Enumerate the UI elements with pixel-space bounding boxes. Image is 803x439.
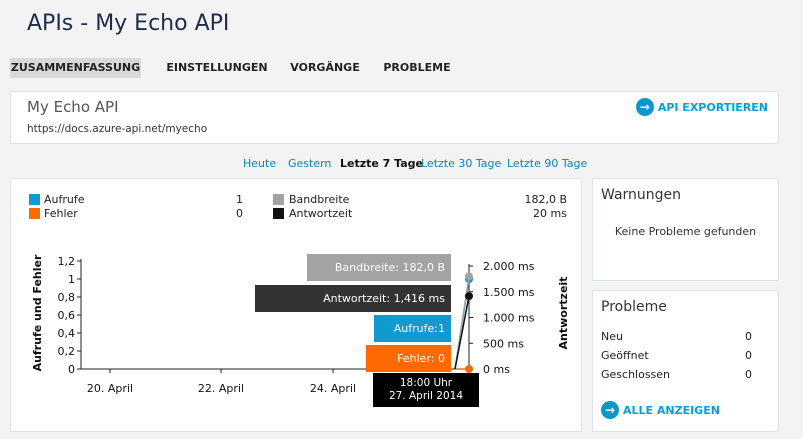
y-left-tick-label: 1,2 xyxy=(58,255,76,268)
series-point-bandbreite xyxy=(465,272,473,281)
x-tick-label: 20. April xyxy=(87,382,133,395)
tooltip-date: 27. April 2014 xyxy=(388,390,464,402)
series-point-aufrufe xyxy=(465,275,473,283)
y-right-tick-label: 1.500 ms xyxy=(483,286,535,299)
warnings-message: Keine Probleme gefunden xyxy=(614,225,757,238)
tooltip-datetime: 18:00 Uhr 27. April 2014 xyxy=(373,373,479,407)
api-url: https://docs.azure-api.net/myecho xyxy=(27,123,208,135)
y-left-tick-label: 0,8 xyxy=(58,291,76,304)
series-line-aufrufe xyxy=(454,278,470,370)
y-right-tick-label: 1.000 ms xyxy=(483,312,535,325)
series-line-bandbreite xyxy=(454,276,470,370)
export-icon: → xyxy=(635,98,654,116)
y-right-tick-label: 2.000 ms xyxy=(483,260,535,273)
arrow-right-icon: → xyxy=(601,401,619,419)
api-name: My Echo API xyxy=(27,98,119,116)
y-left-tick-label: 0 xyxy=(68,363,75,376)
y-left-axis-label: Aufrufe und Fehler xyxy=(31,254,44,371)
tooltip-time: 18:00 Uhr xyxy=(399,377,453,389)
chart-panel: Aufrufe 1 Fehler 0 Bandbreite 182,0 B An… xyxy=(10,178,582,432)
legend-value-aufrufe: 1 xyxy=(236,193,243,206)
legend-swatch-antwortzeit xyxy=(273,208,284,219)
issues-row-label: Geschlossen xyxy=(601,368,671,381)
legend-swatch-bandbreite xyxy=(273,194,284,205)
range-last-7-days[interactable]: Letzte 7 Tage xyxy=(340,157,423,170)
x-tick-label: 24. April xyxy=(310,382,356,395)
legend-swatch-fehler xyxy=(29,208,40,219)
y-left-tick-label: 0,6 xyxy=(58,309,76,322)
legend-label-antwortzeit: Antwortzeit xyxy=(289,207,353,220)
series-point-antwortzeit xyxy=(465,292,473,301)
range-last-30-days[interactable]: Letzte 30 Tage xyxy=(421,157,501,170)
y-left-tick-label: 0,2 xyxy=(58,345,76,358)
issues-row-value: 0 xyxy=(745,368,752,381)
series-line-antwortzeit xyxy=(454,295,470,370)
tab-probleme[interactable]: PROBLEME xyxy=(382,58,452,78)
legend-label-fehler: Fehler xyxy=(44,207,78,220)
series-point-fehler xyxy=(465,365,473,373)
issues-title: Probleme xyxy=(601,299,667,315)
legend-swatch-aufrufe xyxy=(29,194,40,205)
legend-label-bandbreite: Bandbreite xyxy=(289,193,350,206)
warnings-panel: Warnungen Keine Probleme gefunden xyxy=(592,178,779,281)
export-api-button[interactable]: → API EXPORTIEREN xyxy=(635,98,768,116)
x-tick-label: 22. April xyxy=(198,382,244,395)
legend-value-bandbreite: 182,0 B xyxy=(524,193,567,206)
tooltip-antwortzeit: Antwortzeit: 1,416 ms xyxy=(255,285,451,312)
tooltip-aufrufe: Aufrufe:1 xyxy=(374,315,451,342)
tooltip-bandbreite: Bandbreite: 182,0 B xyxy=(307,254,451,281)
legend-label-aufrufe: Aufrufe xyxy=(44,193,85,206)
export-api-label: API EXPORTIEREN xyxy=(657,100,768,114)
api-info-panel: My Echo API https://docs.azure-api.net/m… xyxy=(10,91,779,144)
y-left-tick-label: 1 xyxy=(68,273,75,286)
show-all-label: ALLE ANZEIGEN xyxy=(623,403,720,417)
y-left-tick-label: 0,4 xyxy=(58,327,76,340)
tab-zusammenfassung[interactable]: ZUSAMMENFASSUNG xyxy=(10,58,141,78)
time-range-selector: Heute Gestern Letzte 7 Tage Letzte 30 Ta… xyxy=(0,157,803,171)
legend-value-fehler: 0 xyxy=(236,207,243,220)
page-title: APIs - My Echo API xyxy=(27,11,230,36)
range-today[interactable]: Heute xyxy=(243,157,276,170)
issues-row-value: 0 xyxy=(745,330,752,343)
legend-value-antwortzeit: 20 ms xyxy=(533,207,567,220)
tooltip-fehler: Fehler: 0 xyxy=(366,345,451,372)
issues-row-label: Geöffnet xyxy=(601,349,649,362)
issues-row-value: 0 xyxy=(745,349,752,362)
show-all-button[interactable]: → ALLE ANZEIGEN xyxy=(601,401,720,419)
warnings-title: Warnungen xyxy=(601,187,682,203)
issues-row-label: Neu xyxy=(601,330,623,343)
range-last-90-days[interactable]: Letzte 90 Tage xyxy=(507,157,587,170)
issues-panel: Probleme Neu 0 Geöffnet 0 Geschlossen 0 … xyxy=(592,290,779,432)
range-yesterday[interactable]: Gestern xyxy=(288,157,331,170)
y-right-axis-label: Antwortzeit xyxy=(557,277,570,350)
y-right-tick-label: 500 ms xyxy=(483,337,524,350)
tab-einstellungen[interactable]: EINSTELLUNGEN xyxy=(162,58,272,78)
y-right-tick-label: 0 ms xyxy=(483,363,510,376)
tab-vorgaenge[interactable]: VORGÄNGE xyxy=(285,58,365,78)
